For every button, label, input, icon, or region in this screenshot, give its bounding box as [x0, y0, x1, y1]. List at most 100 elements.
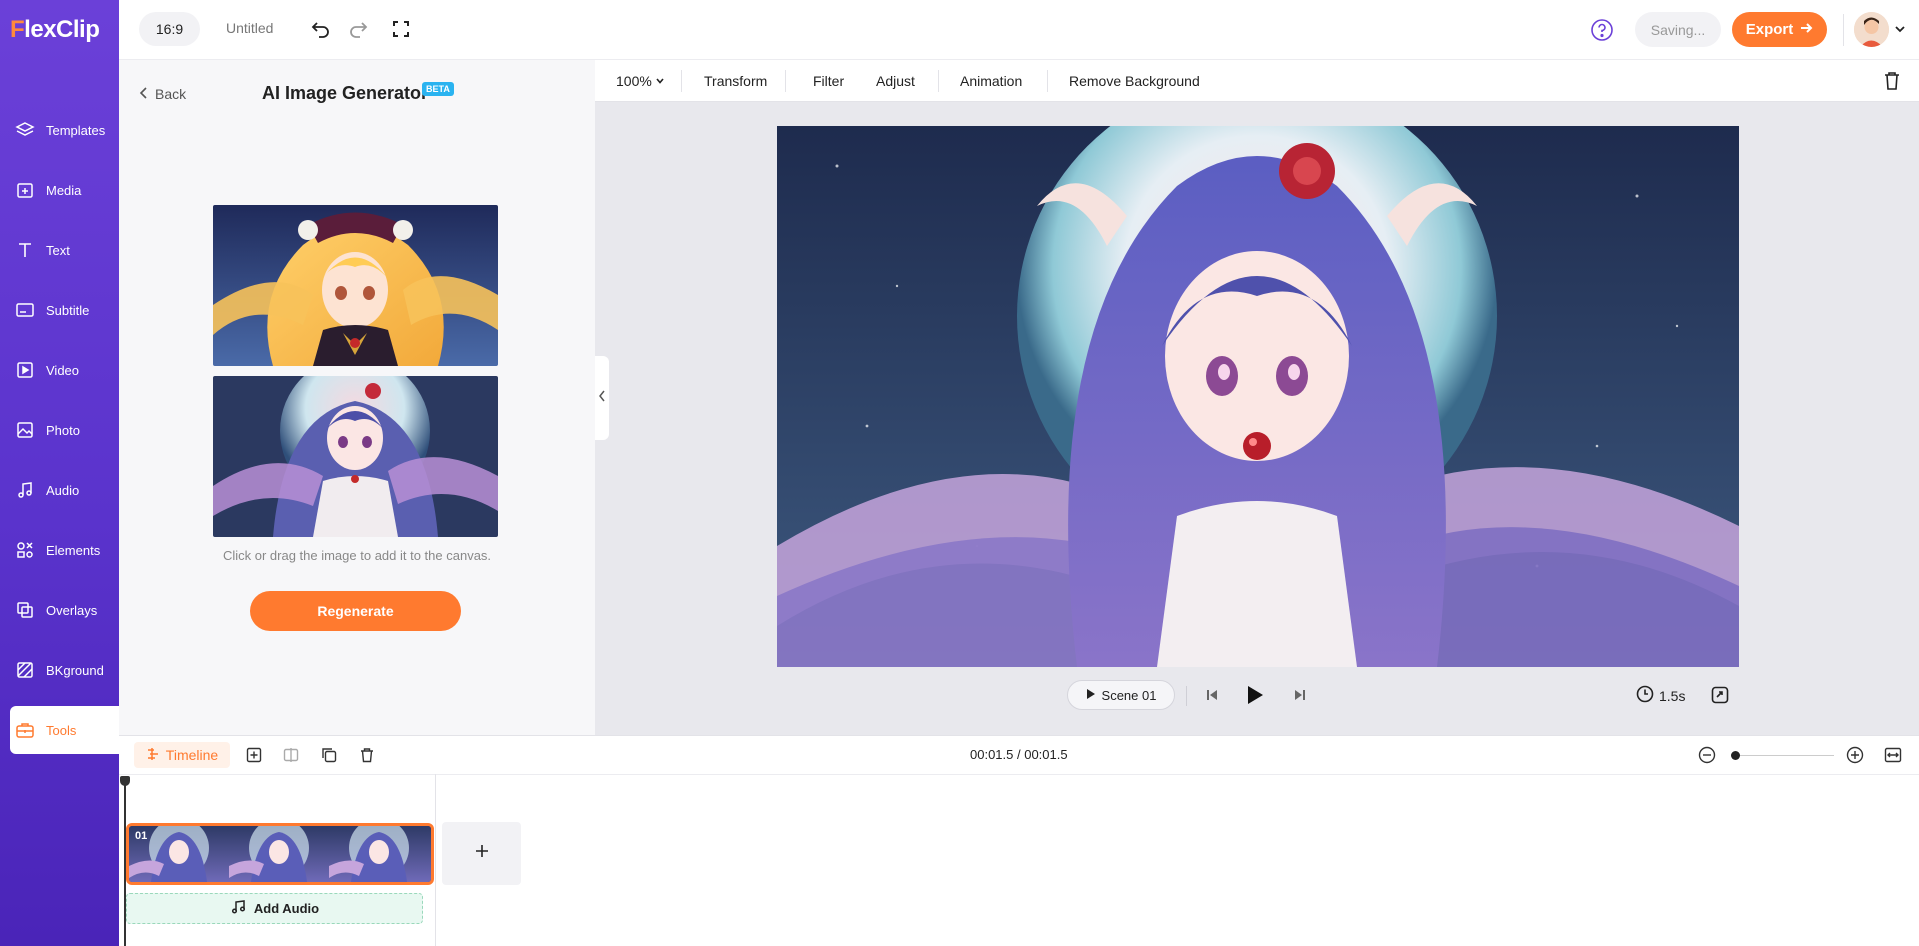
- sidebar-item-subtitle[interactable]: Subtitle: [0, 286, 119, 334]
- trash-icon[interactable]: [1883, 71, 1901, 94]
- sidebar-item-label: Elements: [46, 542, 101, 558]
- animation-button[interactable]: Animation: [960, 73, 1022, 89]
- sidebar-item-text[interactable]: Text: [0, 226, 119, 274]
- sidebar-item-label: Tools: [46, 722, 77, 738]
- timeline-label: Timeline: [165, 747, 219, 763]
- skip-forward-icon[interactable]: [1290, 685, 1310, 705]
- elements-icon: [14, 539, 36, 561]
- preview-fullscreen-icon[interactable]: [1710, 685, 1730, 705]
- beta-badge: BETA: [422, 82, 454, 96]
- trash-icon[interactable]: [357, 745, 377, 765]
- sidebar-item-overlays[interactable]: Overlays: [0, 586, 119, 634]
- sidebar-item-bkground[interactable]: BKground: [0, 646, 119, 694]
- divider: [1186, 686, 1187, 706]
- sidebar-item-label: BKground: [46, 662, 104, 678]
- back-label: Back: [155, 86, 187, 102]
- play-small-icon: [1086, 688, 1096, 703]
- ai-image-generator-panel: Back AI Image Generator BETA Click or dr…: [119, 60, 595, 735]
- filter-button[interactable]: Filter: [813, 73, 844, 89]
- export-label: Export: [1745, 21, 1794, 38]
- saving-status: Saving...: [1635, 12, 1721, 47]
- divider: [785, 70, 786, 92]
- export-button[interactable]: Export: [1732, 12, 1827, 47]
- playhead-handle[interactable]: [120, 776, 130, 786]
- zoom-slider-track[interactable]: [1734, 755, 1834, 756]
- duration-value: 1.5s: [1659, 687, 1686, 704]
- track-end-line: [435, 774, 436, 946]
- flexclip-logo[interactable]: FlexClip: [10, 16, 110, 46]
- chevron-left-icon: [598, 389, 606, 407]
- fullscreen-icon[interactable]: [389, 17, 413, 41]
- back-button[interactable]: Back: [139, 86, 186, 102]
- sidebar-item-label: Audio: [46, 482, 80, 498]
- remove-background-button[interactable]: Remove Background: [1069, 73, 1200, 89]
- project-title[interactable]: Untitled: [226, 20, 273, 36]
- chevron-down-icon[interactable]: [1893, 22, 1907, 36]
- undo-icon[interactable]: [309, 17, 333, 41]
- timeline-icon: [146, 747, 160, 764]
- regenerate-button[interactable]: Regenerate: [250, 591, 461, 631]
- top-bar: 16:9 Untitled Saving... Export: [119, 0, 1919, 60]
- divider: [681, 70, 682, 92]
- sidebar-item-label: Overlays: [46, 602, 98, 618]
- sidebar-item-video[interactable]: Video: [0, 346, 119, 394]
- timecode: 00:01.5 / 00:01.5: [970, 747, 1068, 762]
- photo-icon: [14, 419, 36, 441]
- add-audio-button[interactable]: Add Audio: [126, 893, 423, 924]
- panel-title: AI Image Generator: [262, 83, 429, 103]
- sidebar-item-label: Templates: [46, 122, 106, 138]
- zoom-in-icon[interactable]: [1845, 745, 1865, 765]
- zoom-slider-handle[interactable]: [1731, 751, 1740, 760]
- skip-back-icon[interactable]: [1202, 685, 1222, 705]
- divider: [938, 70, 939, 92]
- split-icon[interactable]: [281, 745, 301, 765]
- timeline: Timeline 00:01.5 / 00:01.5 01 Add Audio: [119, 735, 1919, 946]
- timeline-ruler: [119, 774, 1919, 775]
- divider: [1047, 70, 1048, 92]
- edit-toolbar: 100% Transform Filter Adjust Animation R…: [595, 60, 1919, 102]
- zoom-value: 100%: [616, 73, 652, 89]
- sidebar-item-elements[interactable]: Elements: [0, 526, 119, 574]
- sidebar-item-media[interactable]: Media: [0, 166, 119, 214]
- add-scene-button[interactable]: [442, 822, 521, 885]
- generated-image-1[interactable]: [213, 205, 498, 366]
- add-scene-icon[interactable]: [244, 745, 264, 765]
- canvas-image[interactable]: [777, 126, 1739, 667]
- collapse-panel-button[interactable]: [595, 356, 609, 440]
- background-icon: [14, 659, 36, 681]
- sidebar-item-label: Photo: [46, 422, 80, 438]
- plus-icon: [474, 843, 490, 864]
- transform-button[interactable]: Transform: [704, 73, 767, 89]
- zoom-dropdown[interactable]: 100%: [616, 73, 665, 89]
- sidebar-item-photo[interactable]: Photo: [0, 406, 119, 454]
- chevron-left-icon: [139, 86, 149, 102]
- divider: [1843, 14, 1844, 46]
- zoom-out-icon[interactable]: [1697, 745, 1717, 765]
- aspect-ratio-button[interactable]: 16:9: [139, 12, 200, 46]
- layers-icon: [14, 119, 36, 141]
- clock-icon: [1636, 685, 1654, 706]
- scene-clip[interactable]: 01: [126, 823, 434, 885]
- redo-icon[interactable]: [346, 17, 370, 41]
- avatar[interactable]: [1854, 12, 1889, 47]
- sidebar-item-audio[interactable]: Audio: [0, 466, 119, 514]
- scene-selector[interactable]: Scene 01: [1067, 680, 1175, 710]
- toolbox-icon: [14, 719, 36, 741]
- sidebar-item-tools[interactable]: Tools: [10, 706, 119, 754]
- media-upload-icon: [14, 179, 36, 201]
- scene-duration[interactable]: 1.5s: [1636, 685, 1685, 706]
- help-icon[interactable]: [1589, 17, 1615, 43]
- clip-number: 01: [135, 830, 148, 842]
- adjust-button[interactable]: Adjust: [876, 73, 915, 89]
- sidebar-item-label: Subtitle: [46, 302, 90, 318]
- sidebar-item-templates[interactable]: Templates: [0, 106, 119, 154]
- play-icon[interactable]: [1245, 685, 1265, 705]
- fit-timeline-icon[interactable]: [1883, 745, 1903, 765]
- timeline-toggle[interactable]: Timeline: [134, 742, 230, 768]
- sidebar: FlexClip Templates Media Text Subtitle V…: [0, 0, 119, 946]
- duplicate-icon[interactable]: [319, 745, 339, 765]
- video-icon: [14, 359, 36, 381]
- generated-image-2[interactable]: [213, 376, 498, 537]
- music-note-icon: [14, 479, 36, 501]
- sidebar-item-label: Media: [46, 182, 82, 198]
